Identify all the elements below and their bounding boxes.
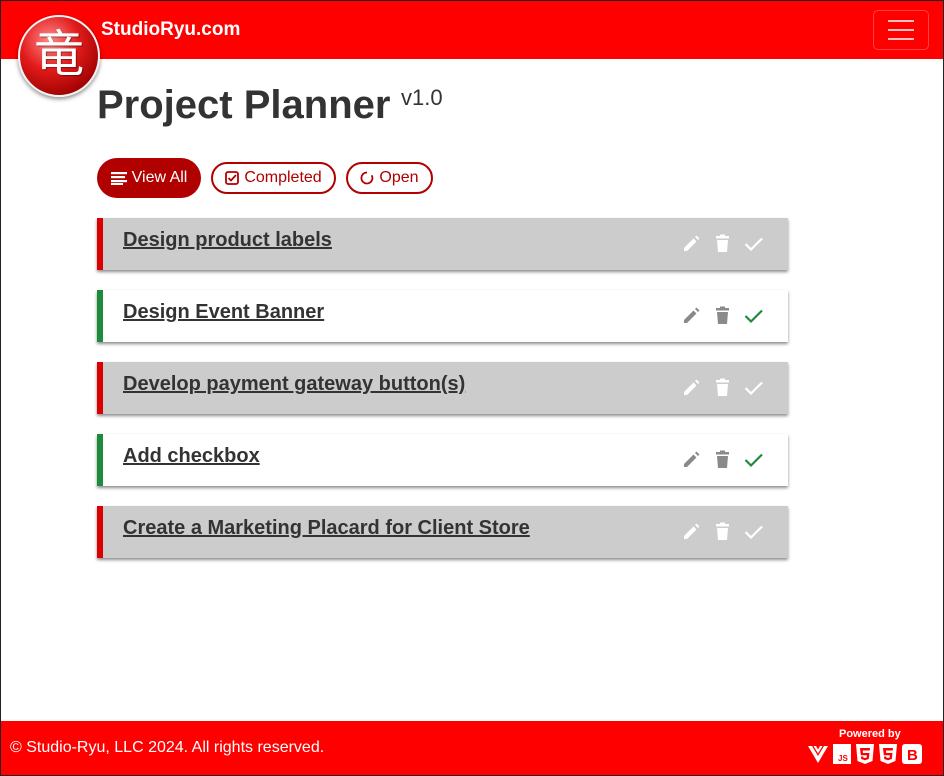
powered-by-label: Powered by bbox=[839, 728, 901, 740]
list-icon bbox=[110, 172, 127, 185]
hamburger-icon bbox=[888, 20, 914, 22]
version-label: v1.0 bbox=[401, 85, 443, 110]
brand-name[interactable]: StudioRyu.com bbox=[101, 19, 240, 41]
check-icon[interactable] bbox=[743, 377, 764, 398]
filter-completed-button[interactable]: Completed bbox=[211, 162, 336, 194]
javascript-icon: JS bbox=[832, 743, 852, 770]
filter-label: View All bbox=[131, 169, 188, 186]
filter-label: Open bbox=[379, 169, 419, 186]
check-icon[interactable] bbox=[743, 305, 764, 326]
brand-logo[interactable]: 竜 bbox=[18, 15, 100, 97]
trash-icon[interactable] bbox=[712, 233, 733, 254]
css3-icon bbox=[878, 743, 898, 770]
copyright-text: © Studio-Ryu, LLC 2024. All rights reser… bbox=[10, 739, 325, 756]
circle-notch-icon bbox=[360, 171, 374, 185]
footer: © Studio-Ryu, LLC 2024. All rights reser… bbox=[1, 721, 943, 775]
svg-text:JS: JS bbox=[838, 754, 848, 763]
task-title-link[interactable]: Add checkbox bbox=[123, 445, 260, 468]
task-title-link[interactable]: Design product labels bbox=[123, 229, 332, 252]
trash-icon[interactable] bbox=[712, 305, 733, 326]
filter-open-button[interactable]: Open bbox=[346, 162, 433, 194]
check-icon[interactable] bbox=[743, 449, 764, 470]
html5-icon bbox=[855, 743, 875, 770]
trash-icon[interactable] bbox=[712, 521, 733, 542]
pencil-icon[interactable] bbox=[681, 449, 702, 470]
check-icon[interactable] bbox=[743, 521, 764, 542]
task-item: Design product labels bbox=[97, 218, 788, 270]
trash-icon[interactable] bbox=[712, 377, 733, 398]
page-title: Project Planner bbox=[97, 83, 391, 127]
pencil-icon[interactable] bbox=[681, 521, 702, 542]
navbar-toggle-button[interactable] bbox=[873, 10, 929, 50]
svg-text:B: B bbox=[907, 747, 918, 764]
task-item: Design Event Banner bbox=[97, 290, 788, 342]
task-item: Add checkbox bbox=[97, 434, 788, 486]
filter-view-all-button[interactable]: View All bbox=[97, 158, 201, 198]
task-title-link[interactable]: Create a Marketing Placard for Client St… bbox=[123, 517, 530, 540]
navbar: StudioRyu.com bbox=[1, 1, 943, 59]
check-square-icon bbox=[225, 171, 240, 185]
pencil-icon[interactable] bbox=[681, 233, 702, 254]
task-title-link[interactable]: Develop payment gateway button(s) bbox=[123, 373, 465, 396]
task-item: Create a Marketing Placard for Client St… bbox=[97, 506, 788, 558]
tech-stack-icons: JS B bbox=[807, 743, 923, 770]
bootstrap-icon: B bbox=[901, 743, 923, 770]
trash-icon[interactable] bbox=[712, 449, 733, 470]
task-title-link[interactable]: Design Event Banner bbox=[123, 301, 324, 324]
pencil-icon[interactable] bbox=[681, 305, 702, 326]
check-icon[interactable] bbox=[743, 233, 764, 254]
filter-label: Completed bbox=[244, 169, 322, 186]
task-item: Develop payment gateway button(s) bbox=[97, 362, 788, 414]
pencil-icon[interactable] bbox=[681, 377, 702, 398]
vue-icon bbox=[807, 744, 829, 769]
logo-glyph: 竜 bbox=[34, 25, 84, 83]
